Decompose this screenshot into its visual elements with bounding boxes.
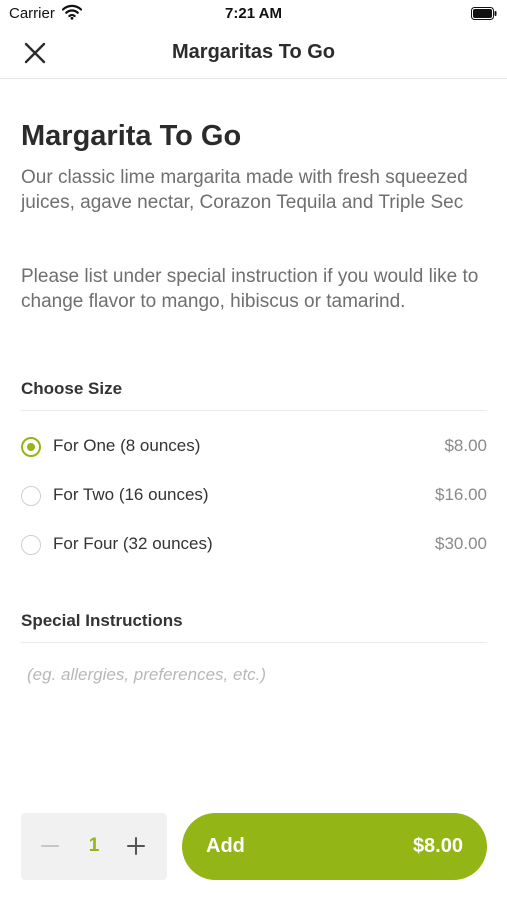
choose-size-title: Choose Size	[21, 379, 123, 398]
size-option-price: $30.00	[435, 534, 487, 553]
special-instructions-title: Special Instructions	[21, 611, 183, 630]
plus-icon[interactable]	[125, 835, 147, 857]
divider	[21, 410, 487, 411]
quantity-stepper: 1	[21, 813, 167, 880]
size-option-price: $8.00	[444, 436, 487, 455]
add-button-price: $8.00	[412, 835, 463, 857]
radio-unselected[interactable]	[21, 535, 41, 555]
flavor-note: Please list under special instruction if…	[21, 266, 479, 312]
battery-icon	[471, 7, 497, 20]
size-option-four[interactable]: For Four (32 ounces) $30.00	[21, 526, 487, 566]
status-bar: Carrier 7:21 AM	[0, 0, 507, 28]
size-option-price: $16.00	[435, 485, 487, 504]
radio-unselected[interactable]	[21, 486, 41, 506]
quantity-value: 1	[88, 835, 100, 856]
special-instructions-input[interactable]	[21, 660, 487, 690]
divider	[21, 642, 487, 643]
nav-title: Margaritas To Go	[172, 41, 335, 63]
add-button-label: Add	[206, 835, 245, 857]
size-option-label: For Four (32 ounces)	[53, 534, 213, 553]
size-option-label: For Two (16 ounces)	[53, 485, 209, 504]
product-title: Margarita To Go	[21, 120, 242, 152]
nav-bar: Margaritas To Go	[0, 28, 507, 79]
size-option-one[interactable]: For One (8 ounces) $8.00	[21, 428, 487, 468]
minus-icon[interactable]	[39, 835, 61, 857]
product-description: Our classic lime margarita made with fre…	[21, 167, 468, 213]
clock: 7:21 AM	[225, 5, 282, 22]
size-option-two[interactable]: For Two (16 ounces) $16.00	[21, 477, 487, 517]
size-option-label: For One (8 ounces)	[53, 436, 201, 455]
radio-selected[interactable]	[21, 437, 41, 457]
add-to-cart-button[interactable]: Add $8.00	[182, 813, 487, 880]
